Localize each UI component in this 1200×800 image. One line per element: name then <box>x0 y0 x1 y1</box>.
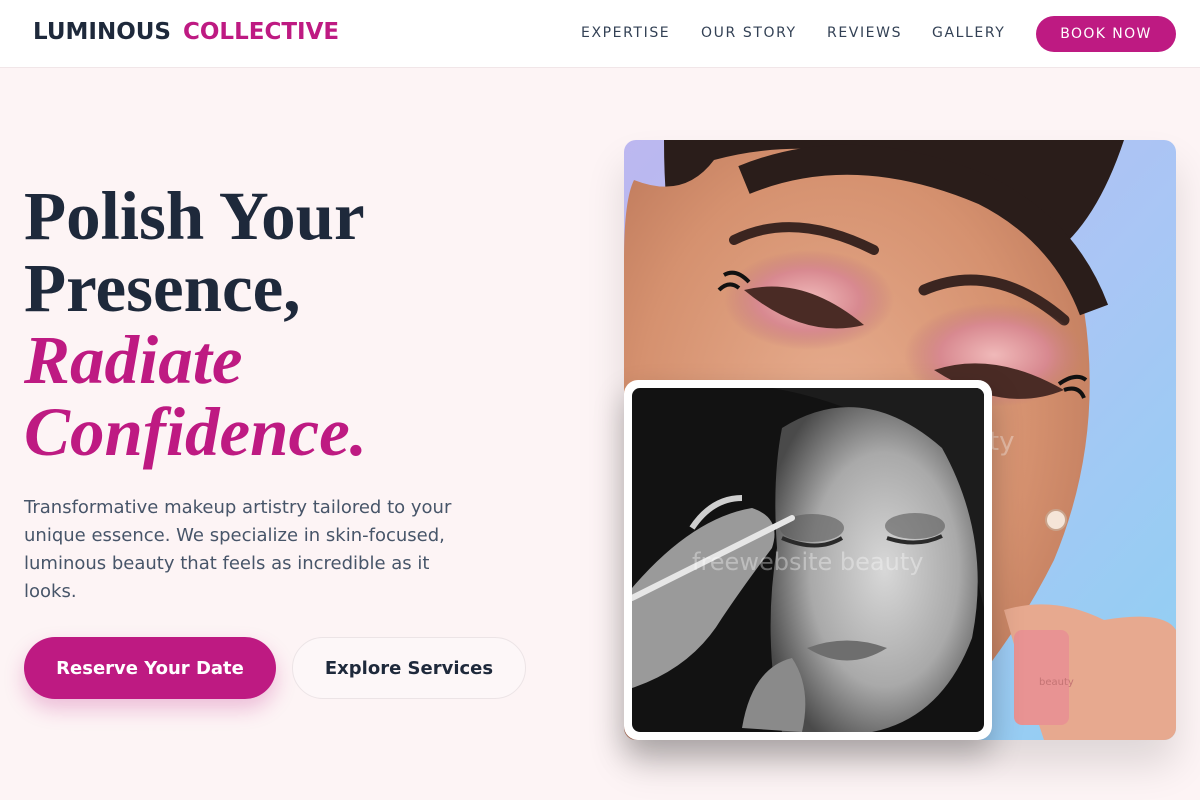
hero-headline: Polish Your Presence, Radiate Confidence… <box>24 180 584 468</box>
explore-services-button[interactable]: Explore Services <box>292 637 526 699</box>
nav-our-story[interactable]: OUR STORY <box>701 25 797 41</box>
nav-reviews[interactable]: REVIEWS <box>827 25 902 41</box>
nav-expertise[interactable]: EXPERTISE <box>581 25 670 41</box>
inset-watermark: freewebsite beauty <box>692 548 923 576</box>
brand-name-part1: LUMINOUS <box>33 19 171 45</box>
inset-photo-frame: freewebsite beauty <box>624 380 992 740</box>
inset-photo: freewebsite beauty <box>632 388 984 732</box>
headline-line-2: Presence, <box>24 250 301 326</box>
nav-gallery[interactable]: GALLERY <box>932 25 1005 41</box>
brand-logo[interactable]: LUMINOUS COLLECTIVE <box>33 19 339 45</box>
brand-name-part2: COLLECTIVE <box>183 19 340 45</box>
headline-accent-1: Radiate <box>24 322 243 398</box>
reserve-date-button[interactable]: Reserve Your Date <box>24 637 276 699</box>
book-now-button[interactable]: BOOK NOW <box>1036 16 1176 52</box>
hero-description: Transformative makeup artistry tailored … <box>24 497 452 602</box>
inset-photo-illustration: freewebsite beauty <box>632 388 984 732</box>
site-header: LUMINOUS COLLECTIVE EXPERTISE OUR STORY R… <box>0 0 1200 68</box>
headline-line-1: Polish Your <box>24 178 365 254</box>
headline-accent-2: Confidence. <box>24 394 368 470</box>
lipstick-label: beauty <box>1039 677 1074 688</box>
